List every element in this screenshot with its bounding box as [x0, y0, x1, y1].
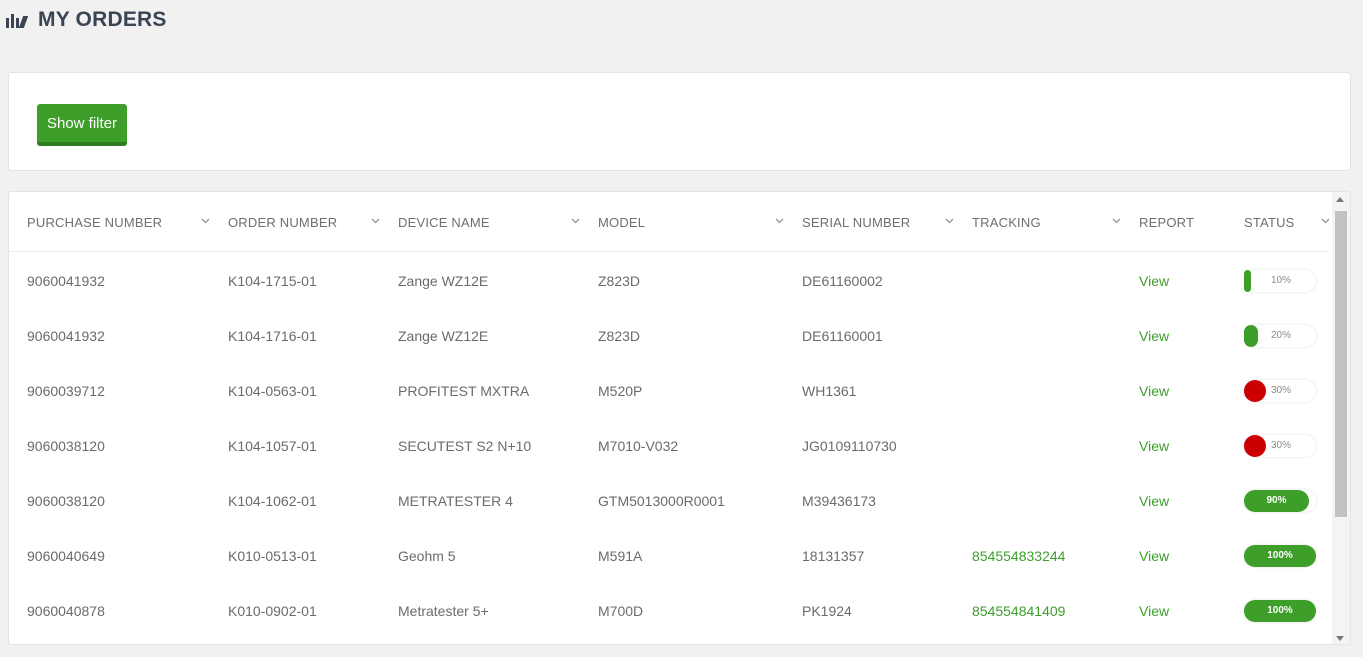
order-number: K104-1057-01 — [228, 437, 317, 454]
tracking-link[interactable]: 854554833244 — [972, 528, 1065, 583]
purchase-number: 9060041932 — [27, 327, 105, 344]
sort-chevron-down-icon[interactable] — [201, 218, 210, 226]
tracking-link[interactable]: 854554841409 — [972, 583, 1065, 638]
page-header: MY ORDERS — [6, 6, 167, 34]
status-percent-label: 10% — [1270, 274, 1291, 286]
page-title: MY ORDERS — [38, 8, 167, 31]
table-row: 9060040649 K010-0513-01 Geohm 5 M591A 181313… — [9, 528, 1329, 583]
filter-panel: Show filter — [8, 72, 1351, 171]
purchase-number: 9060039712 — [27, 382, 105, 399]
model: Z823D — [598, 272, 641, 289]
report-view-link[interactable]: View — [1139, 253, 1169, 308]
vertical-scrollbar[interactable] — [1332, 192, 1350, 644]
report-view-link[interactable]: View — [1139, 418, 1169, 473]
device-name: Zange WZ12E — [398, 327, 489, 344]
column-header-status[interactable]: STATUS — [1244, 192, 1295, 252]
sort-chevron-down-icon[interactable] — [945, 218, 954, 226]
logo-icon — [6, 12, 29, 28]
device-name: Geohm 5 — [398, 547, 456, 564]
status-progress-bar: 20% — [1244, 324, 1316, 347]
serial-number: M39436173 — [802, 492, 876, 509]
order-number: K010-0513-01 — [228, 547, 317, 564]
column-header-purchase-number[interactable]: PURCHASE NUMBER — [27, 192, 162, 252]
order-number: K010-0902-01 — [228, 602, 317, 619]
report-view-link[interactable]: View — [1139, 363, 1169, 418]
status-cell: 10% — [1244, 253, 1316, 308]
purchase-number: 9060041932 — [27, 272, 105, 289]
status-progress-bar: 100% — [1244, 599, 1316, 622]
serial-number: PK1924 — [802, 602, 852, 619]
purchase-number: 9060038120 — [27, 437, 105, 454]
order-number: K104-1715-01 — [228, 272, 317, 289]
report-view-link[interactable]: View — [1139, 308, 1169, 363]
table-header: PURCHASE NUMBER ORDER NUMBER DEVICE NAME MO… — [9, 192, 1330, 252]
orders-table: PURCHASE NUMBER ORDER NUMBER DEVICE NAME MO… — [8, 191, 1351, 645]
status-cell: 30% — [1244, 363, 1316, 418]
status-progress-bar: 30% — [1244, 434, 1316, 457]
serial-number: 18131357 — [802, 547, 865, 564]
status-cell: 90% — [1244, 473, 1316, 528]
sort-chevron-down-icon[interactable] — [571, 218, 580, 226]
status-cell: 100% — [1244, 528, 1316, 583]
serial-number: DE61160002 — [802, 272, 883, 289]
status-progress-bar: 30% — [1244, 379, 1316, 402]
device-name: METRATESTER 4 — [398, 492, 513, 509]
scroll-down-arrow-icon[interactable] — [1336, 636, 1344, 641]
sort-chevron-down-icon[interactable] — [1321, 218, 1330, 226]
status-cell: 20% — [1244, 308, 1316, 363]
status-percent-label: 20% — [1270, 329, 1291, 341]
device-name: Zange WZ12E — [398, 272, 489, 289]
table-row: 9060038120 K104-1062-01 METRATESTER 4 GTM50… — [9, 473, 1329, 528]
device-name: Metratester 5+ — [398, 602, 489, 619]
model: M700D — [598, 602, 644, 619]
status-progress-bar: 90% — [1244, 489, 1316, 512]
report-view-link[interactable]: View — [1139, 528, 1169, 583]
model: M7010-V032 — [598, 437, 679, 454]
table-row: 9060040878 K010-0902-01 Metratester 5+ M700… — [9, 583, 1329, 638]
table-row: 9060039712 K104-0563-01 PROFITEST MXTRA M52… — [9, 363, 1329, 418]
device-name: SECUTEST S2 N+10 — [398, 437, 532, 454]
model: Z823D — [598, 327, 641, 344]
report-view-link[interactable]: View — [1139, 473, 1169, 528]
column-header-model[interactable]: MODEL — [598, 192, 645, 252]
purchase-number: 9060038120 — [27, 492, 105, 509]
show-filter-button[interactable]: Show filter — [37, 104, 127, 146]
purchase-number: 9060040878 — [27, 602, 105, 619]
table-row: 9060041932 K104-1716-01 Zange WZ12E Z823D DE… — [9, 308, 1329, 363]
column-header-serial-number[interactable]: SERIAL NUMBER — [802, 192, 910, 252]
status-percent-label: 30% — [1270, 439, 1291, 451]
status-percent-label: 90% — [1266, 494, 1287, 506]
column-header-tracking[interactable]: TRACKING — [972, 192, 1041, 252]
table-row: 9060038120 K104-1057-01 SECUTEST S2 N+10 M7… — [9, 418, 1329, 473]
status-cell: 100% — [1244, 583, 1316, 638]
order-number: K104-1716-01 — [228, 327, 317, 344]
order-number: K104-0563-01 — [228, 382, 317, 399]
column-header-device-name[interactable]: DEVICE NAME — [398, 192, 490, 252]
sort-chevron-down-icon[interactable] — [775, 218, 784, 226]
purchase-number: 9060040649 — [27, 547, 105, 564]
status-progress-bar: 10% — [1244, 269, 1316, 292]
order-number: K104-1062-01 — [228, 492, 317, 509]
status-percent-label: 30% — [1270, 384, 1291, 396]
sort-chevron-down-icon[interactable] — [371, 218, 380, 226]
column-header-order-number[interactable]: ORDER NUMBER — [228, 192, 337, 252]
status-cell: 30% — [1244, 418, 1316, 473]
table-row: 9060041932 K104-1715-01 Zange WZ12E Z823D DE… — [9, 253, 1329, 308]
model: GTM5013000R0001 — [598, 492, 725, 509]
scrollbar-thumb[interactable] — [1335, 211, 1347, 517]
sort-chevron-down-icon[interactable] — [1112, 218, 1121, 226]
model: M591A — [598, 547, 643, 564]
column-header-report: REPORT — [1139, 214, 1195, 230]
serial-number: JG0109110730 — [802, 437, 897, 454]
report-view-link[interactable]: View — [1139, 583, 1169, 638]
model: M520P — [598, 382, 643, 399]
scroll-up-arrow-icon[interactable] — [1336, 197, 1344, 202]
device-name: PROFITEST MXTRA — [398, 382, 530, 399]
serial-number: WH1361 — [802, 382, 857, 399]
serial-number: DE61160001 — [802, 327, 883, 344]
status-percent-label: 100% — [1267, 549, 1293, 561]
status-percent-label: 100% — [1267, 604, 1293, 616]
status-progress-bar: 100% — [1244, 544, 1316, 567]
